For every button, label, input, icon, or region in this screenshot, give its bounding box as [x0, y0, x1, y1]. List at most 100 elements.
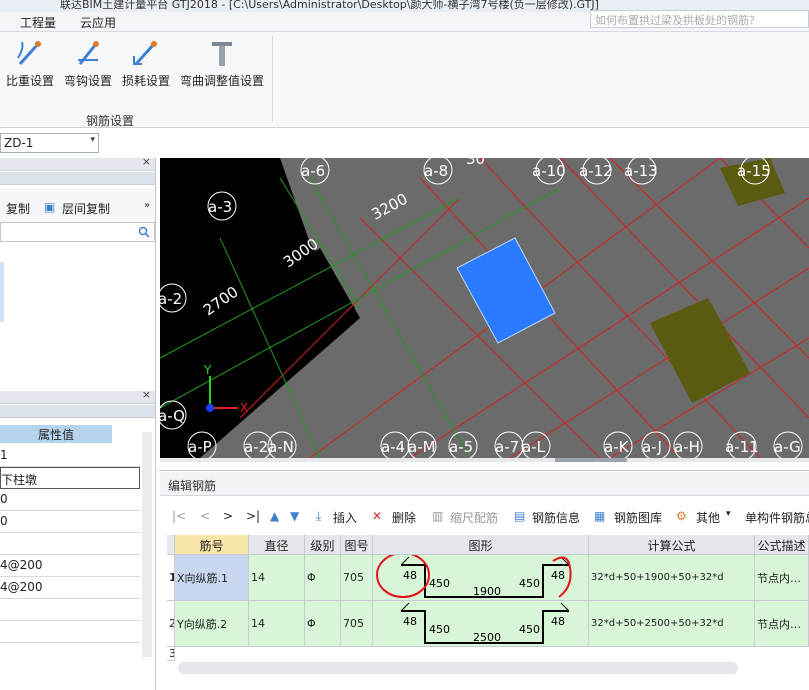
axis-label: a-N	[268, 438, 294, 456]
formula-cell[interactable]: 32*d+50+1900+50+32*d	[589, 555, 755, 601]
grade-cell[interactable]: Φ	[305, 555, 341, 601]
shape-cell[interactable]: 48 450 1900 450 48	[373, 555, 589, 601]
column-header[interactable]: 筋号	[175, 535, 249, 555]
last-button[interactable]: >|	[246, 509, 260, 523]
row-number: 2	[167, 601, 175, 647]
menu-item-quantity[interactable]: 工程量	[20, 14, 56, 31]
column-header[interactable]: 级别	[305, 535, 341, 555]
figure-cell[interactable]: 705	[341, 555, 373, 601]
leg-length: 450	[519, 577, 540, 590]
property-value-header: 属性值	[0, 425, 112, 443]
axis-label: a-8	[424, 162, 448, 180]
density-setting-button[interactable]: 比重设置	[6, 38, 54, 89]
move-down-icon[interactable]: ▼	[290, 509, 299, 523]
grade-cell[interactable]: Φ	[305, 601, 341, 647]
property-row[interactable]: 0	[0, 489, 140, 511]
component-select[interactable]: ZD-1 ▾	[0, 133, 99, 153]
axis-label: a-J	[642, 438, 662, 456]
first-button[interactable]: |<	[172, 509, 186, 523]
axis-label: a-5	[449, 438, 473, 456]
other-button[interactable]: 其他	[696, 509, 720, 526]
close-icon[interactable]: ×	[142, 388, 151, 401]
density-icon	[17, 41, 41, 66]
figure-cell[interactable]: 705	[341, 601, 373, 647]
chevron-down-icon[interactable]: ▾	[90, 135, 95, 145]
column-header[interactable]: 计算公式	[589, 535, 755, 555]
bend-adjust-button[interactable]: 弯曲调整值设置	[180, 38, 264, 89]
property-row[interactable]: 0	[0, 511, 140, 533]
axis-label: a-15	[737, 162, 771, 180]
viewport-scrollbar[interactable]	[160, 458, 809, 462]
search-input[interactable]	[0, 222, 155, 242]
window-title: 联达BIM土建计量平台 GTJ2018 - [C:\Users\Administ…	[60, 0, 599, 11]
axis-label: a-H	[674, 438, 700, 456]
floor-copy-button[interactable]: 层间复制	[62, 200, 110, 217]
axis-label: a-2	[160, 290, 182, 308]
rebar-editor-title: 编辑钢筋	[160, 472, 809, 496]
hook-setting-button[interactable]: 弯钩设置	[64, 38, 112, 89]
property-value: 下柱墩	[1, 473, 38, 487]
rebar-editor-toolbar: |< < > >| ▲ ▼ ⤓ 插入 ✕ 删除 ▥ 缩尺配筋 ▤ 钢筋信息 ▦ …	[170, 505, 809, 531]
hook-label: 弯钩设置	[64, 74, 113, 88]
table-hscrollbar[interactable]	[178, 662, 738, 674]
rebar-library-button[interactable]: 钢筋图库	[614, 509, 662, 526]
insert-button[interactable]: 插入	[333, 509, 357, 526]
column-header[interactable]: 图形	[373, 535, 589, 555]
property-value: 4@200	[0, 580, 43, 594]
next-button[interactable]: >	[223, 509, 233, 523]
delete-button[interactable]: 删除	[392, 509, 416, 526]
span-length: 2500	[473, 631, 501, 644]
single-component-button[interactable]: 单构件钢筋总	[745, 509, 809, 526]
help-search-input[interactable]: 如何布置拱过梁及拱板处的钢筋？	[590, 10, 809, 28]
description-cell[interactable]: 节点内…	[755, 555, 809, 601]
hook-length: 48	[403, 569, 417, 582]
property-row[interactable]	[0, 533, 140, 555]
loss-label: 损耗设置	[122, 74, 171, 88]
cad-drawing[interactable]: a-6 a-8 a-10 a-12 a-13 a-15 a-3 a-2 a-Q …	[160, 158, 809, 458]
insert-icon: ⤓	[316, 509, 322, 523]
axis-label: a-K	[604, 438, 630, 456]
rebar-name-cell[interactable]: X向纵筋.1	[175, 555, 249, 601]
rebar-info-button[interactable]: 钢筋信息	[532, 509, 580, 526]
loss-setting-button[interactable]: 损耗设置	[122, 38, 170, 89]
column-header[interactable]: 直径(mm)	[249, 535, 305, 568]
axis-label: a-G	[774, 438, 801, 456]
formula-cell[interactable]: 32*d+50+2500+50+32*d	[589, 601, 755, 647]
cad-viewport[interactable]: a-6 a-8 a-10 a-12 a-13 a-15 a-3 a-2 a-Q …	[160, 158, 809, 458]
axis-x-label: X	[240, 401, 248, 415]
prev-button[interactable]: <	[200, 509, 210, 523]
axis-label: a-M	[408, 438, 436, 456]
scale-rebar-button[interactable]: 缩尺配筋	[450, 509, 498, 526]
copy-button[interactable]: 复制	[6, 200, 30, 217]
property-row[interactable]: 4@200	[0, 577, 140, 599]
close-icon[interactable]: ×	[142, 155, 151, 168]
column-header[interactable]: 公式描述	[755, 535, 809, 555]
property-row[interactable]: 下柱墩	[0, 467, 140, 489]
shape-cell[interactable]: 48 450 2500 450 48	[373, 601, 589, 647]
bend-adjust-label: 弯曲调整值设置	[180, 74, 265, 88]
column-header[interactable]: 图号	[341, 535, 373, 555]
tree-selection-marker	[0, 262, 4, 322]
move-up-icon[interactable]: ▲	[270, 509, 279, 523]
axis-label: a-6	[301, 162, 325, 180]
hook-length: 48	[551, 615, 565, 628]
property-row[interactable]: 1	[0, 445, 140, 467]
menu-item-cloud[interactable]: 云应用	[80, 14, 116, 31]
property-value: 0	[0, 514, 8, 528]
diameter-cell[interactable]: 14	[249, 601, 305, 647]
property-row[interactable]	[0, 599, 140, 621]
rebar-name-cell[interactable]: Y向纵筋.2	[175, 601, 249, 647]
more-icon[interactable]: »	[144, 200, 150, 211]
property-scrollbar[interactable]	[142, 432, 152, 657]
axis-label: a-11	[725, 438, 759, 456]
loss-icon	[133, 41, 157, 66]
floor-copy-icon: ▣	[44, 200, 56, 214]
description-cell[interactable]: 节点内…	[755, 601, 809, 647]
chevron-down-icon[interactable]: ▾	[726, 509, 731, 519]
axis-label: a-10	[532, 162, 566, 180]
property-row[interactable]	[0, 621, 140, 643]
property-row[interactable]: 4@200	[0, 555, 140, 577]
axis-label: a-4	[381, 438, 405, 456]
hook-icon	[78, 41, 99, 65]
diameter-cell[interactable]: 14	[249, 555, 305, 601]
